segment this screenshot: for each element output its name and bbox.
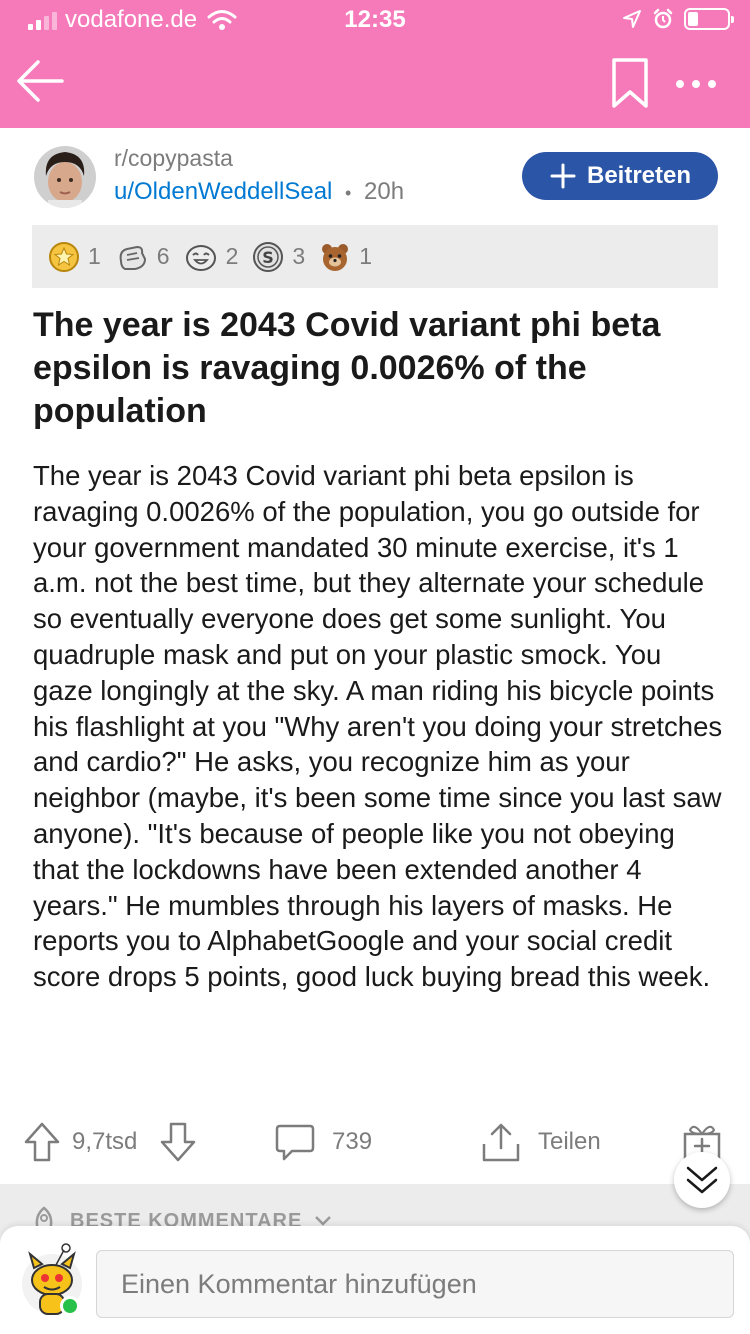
award-count: 3 (292, 243, 306, 269)
subreddit-name[interactable]: r/copypasta (114, 145, 233, 172)
award-item[interactable]: 6 (115, 241, 170, 273)
share-button[interactable]: Teilen (480, 1118, 601, 1166)
top-navigation-bar (0, 40, 750, 128)
awards-bar[interactable]: 1 6 2 S 3 1 (32, 225, 718, 288)
share-icon (482, 1123, 520, 1162)
alarm-icon (653, 8, 673, 29)
join-button[interactable]: Beitreten (522, 152, 718, 200)
join-label: Beitreten (586, 162, 692, 189)
post-title: The year is 2043 Covid variant phi beta … (33, 306, 661, 430)
author-username[interactable]: u/OldenWeddellSeal (114, 178, 332, 205)
award-count: 6 (156, 243, 170, 269)
author-avatar[interactable] (34, 146, 96, 208)
status-bar: vodafone.de 12:35 (0, 0, 750, 40)
back-button[interactable] (14, 54, 70, 110)
award-item[interactable]: S 3 (252, 241, 305, 273)
award-item[interactable]: 1 (48, 241, 101, 273)
upvote-button[interactable] (22, 1118, 62, 1166)
arrow-left-icon (17, 60, 64, 102)
bookmark-icon (612, 58, 648, 108)
award-item[interactable]: 1 (319, 241, 372, 273)
award-count: 2 (225, 243, 239, 269)
battery-icon (684, 8, 734, 30)
bear-award-icon (322, 243, 349, 271)
award-count: 1 (359, 243, 372, 269)
svg-text:S: S (263, 248, 275, 267)
comment-count: 739 (332, 1128, 373, 1155)
post-body: The year is 2043 Covid variant phi beta … (33, 460, 723, 993)
award-item[interactable]: 2 (184, 241, 239, 273)
hand-wave-award-icon (119, 245, 146, 270)
comments-button[interactable]: 739 (274, 1118, 372, 1166)
double-chevron-down-icon (686, 1166, 718, 1194)
post-action-bar: 9,7tsd 739 Teilen (0, 1118, 750, 1166)
gold-star-award-icon (49, 241, 79, 272)
status-icons (622, 8, 734, 30)
more-horizontal-icon (676, 80, 716, 88)
meta-separator: • (345, 183, 352, 203)
add-comment-input[interactable] (96, 1250, 734, 1318)
scroll-to-comments-button[interactable] (674, 1152, 730, 1208)
downvote-arrow-icon (160, 1122, 196, 1162)
more-options-button[interactable] (670, 62, 722, 106)
post-meta: u/OldenWeddellSeal • 20h (114, 178, 404, 206)
comment-composer-bar (0, 1226, 750, 1334)
location-arrow-icon (623, 10, 641, 28)
award-count: 1 (88, 243, 101, 269)
downvote-button[interactable] (158, 1118, 198, 1166)
silver-award-icon: S (253, 241, 284, 272)
comment-bubble-icon (275, 1124, 315, 1161)
upvote-arrow-icon (24, 1122, 60, 1162)
share-label: Teilen (538, 1128, 601, 1155)
vote-count: 9,7tsd (72, 1128, 138, 1155)
post-age: 20h (364, 178, 405, 205)
online-status-indicator (60, 1296, 80, 1316)
plus-icon (550, 163, 576, 189)
laughing-face-award-icon (185, 244, 216, 271)
bookmark-button[interactable] (604, 54, 656, 114)
